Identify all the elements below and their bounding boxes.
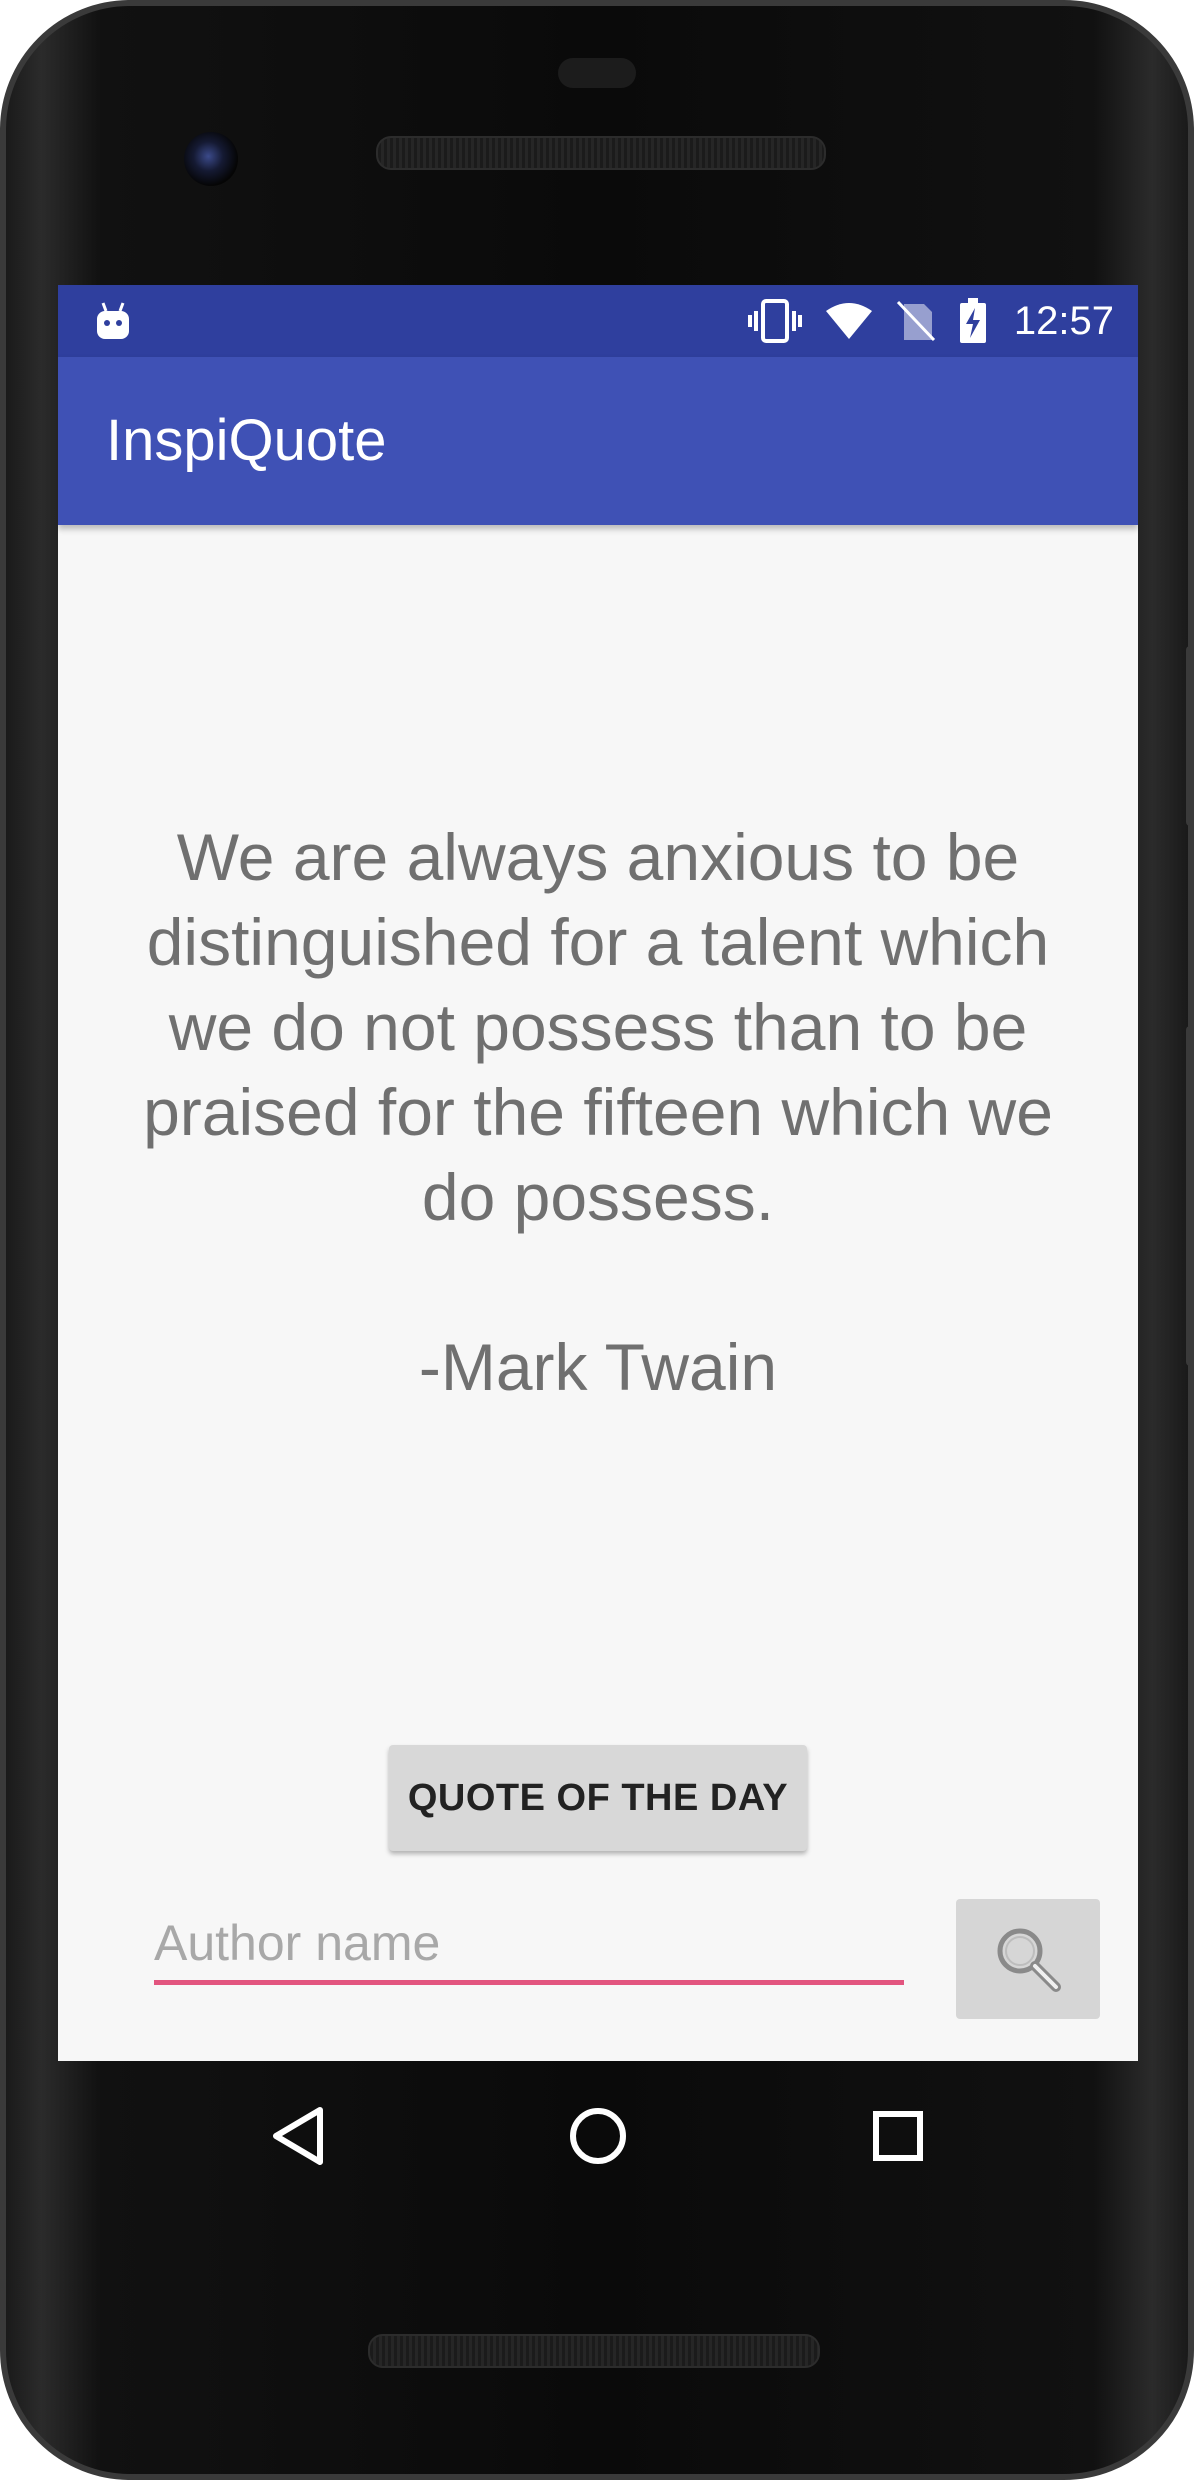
battery-charging-icon bbox=[959, 298, 986, 343]
quote-text: We are always anxious to be distinguishe… bbox=[88, 815, 1108, 1410]
android-debug-icon bbox=[97, 302, 129, 339]
nav-recents-button[interactable] bbox=[858, 2096, 938, 2176]
volume-button bbox=[1186, 1026, 1194, 1366]
back-icon bbox=[273, 2107, 323, 2165]
earpiece-speaker bbox=[376, 136, 826, 170]
quote-line: We are always anxious to be bbox=[176, 820, 1020, 894]
author-name-input[interactable] bbox=[154, 1905, 904, 1985]
quote-author: -Mark Twain bbox=[418, 1330, 778, 1404]
nav-back-button[interactable] bbox=[258, 2096, 338, 2176]
quote-line: praised for the fifteen which we bbox=[143, 1075, 1053, 1149]
phone-frame: 12:57 InspiQuote We are always anxious t… bbox=[0, 0, 1194, 2480]
nav-home-button[interactable] bbox=[558, 2096, 638, 2176]
quote-line: do possess. bbox=[421, 1160, 775, 1234]
quote-line: distinguished for a talent which bbox=[146, 905, 1050, 979]
status-time: 12:57 bbox=[1013, 298, 1114, 343]
vibrate-icon bbox=[747, 299, 802, 343]
proximity-sensor bbox=[558, 58, 636, 88]
wifi-icon bbox=[825, 303, 872, 339]
status-icons: 12:57 bbox=[747, 285, 1114, 357]
no-sim-icon bbox=[896, 300, 935, 342]
home-icon bbox=[570, 2108, 626, 2164]
front-camera bbox=[184, 132, 238, 186]
search-icon bbox=[997, 1928, 1061, 1992]
power-button bbox=[1186, 646, 1194, 826]
bottom-speaker bbox=[368, 2334, 820, 2368]
quote-line: we do not possess than to be bbox=[168, 990, 1028, 1064]
app-title: InspiQuote bbox=[106, 408, 387, 473]
app-bar: InspiQuote bbox=[58, 357, 1138, 525]
search-button[interactable] bbox=[956, 1899, 1100, 2019]
status-bar: 12:57 bbox=[58, 285, 1138, 357]
screen: 12:57 InspiQuote We are always anxious t… bbox=[58, 285, 1138, 2061]
navigation-bar bbox=[246, 2096, 966, 2176]
quote-of-the-day-button[interactable]: QUOTE OF THE DAY bbox=[389, 1745, 807, 1851]
recents-icon bbox=[873, 2111, 923, 2161]
